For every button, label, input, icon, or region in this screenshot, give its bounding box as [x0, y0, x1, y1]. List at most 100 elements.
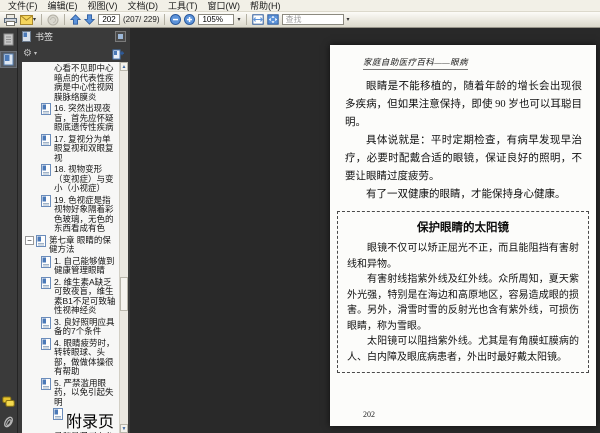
paragraph: 眼睛是不能移植的，随着年龄的增长会出现很多疾病，但如果注意保持，即使 90 岁也…: [345, 81, 582, 128]
pages-icon: [3, 33, 14, 46]
bookmark-item[interactable]: 1. 自己能够做到健康管理眼睛: [23, 255, 118, 276]
email-caret-icon: ▾: [33, 16, 37, 23]
toolbar-separator: [245, 14, 247, 25]
navigation-icon-strip: [0, 28, 18, 433]
next-page-button[interactable]: [84, 13, 96, 27]
page-number-input[interactable]: [98, 14, 121, 25]
pdf-reader-window: 文件(F)编辑(E)视图(V)文档(D)工具(T)窗口(W)帮助(H) ▾ (2…: [0, 0, 600, 433]
bookmark-page-icon: [41, 255, 51, 268]
menu-item[interactable]: 编辑(E): [43, 0, 83, 12]
bookmark-icon: [36, 234, 46, 247]
find-input[interactable]: [281, 14, 344, 25]
expand-current-bookmark-button[interactable]: [112, 48, 125, 60]
panel-menu-button[interactable]: [115, 31, 126, 42]
bookmark-page-icon: [36, 234, 46, 247]
pages-panel-button[interactable]: [1, 32, 16, 47]
bookmarks-panel: 书签 ⚙ ▾ 心看不见即中心暗点的代表性疾病是中心性视网膜脉络膜炎 16. 突然出…: [18, 28, 130, 433]
bookmark-page-icon: [41, 316, 51, 329]
fullscreen-icon: [266, 14, 279, 25]
bookmark-list: 心看不见即中心暗点的代表性疾病是中心性视网膜脉络膜炎 16. 突然出现夜盲，首先应…: [22, 62, 128, 433]
bookmark-item[interactable]: 3. 良好照明应具备的7个条件: [23, 316, 118, 337]
print-button[interactable]: [4, 13, 17, 27]
scroll-up-arrow[interactable]: ▲: [120, 62, 128, 71]
page-content: 家庭自助医疗百科——眼病 眼睛是不能移植的，随着年龄的增长会出现很多疾病，但如果…: [330, 45, 596, 373]
menu-item[interactable]: 文档(D): [123, 0, 164, 12]
bookmark-page-icon: [41, 194, 51, 207]
menu-item[interactable]: 帮助(H): [245, 0, 286, 12]
menu-item[interactable]: 视图(V): [83, 0, 123, 12]
bookmark-item[interactable]: 17. 复视分为单眼复视和双眼复视: [23, 133, 118, 164]
bookmark-tab-icon: [22, 31, 31, 42]
bookmark-item[interactable]: − 第七章 眼睛的保健方法: [23, 234, 118, 255]
bookmark-icon: [41, 276, 51, 289]
bookmark-item[interactable]: 5. 严禁滥用眼药，以免引起失明: [23, 377, 118, 408]
bookmark-icon: [41, 316, 51, 329]
fit-width-button[interactable]: [251, 13, 264, 27]
paragraph: 眼镜不仅可以矫正屈光不正，而且能阻挡有害射线和异物。: [347, 243, 579, 270]
zoom-out-icon: [170, 14, 182, 25]
menu-item[interactable]: 窗口(W): [203, 0, 246, 12]
toolbar-separator: [64, 14, 66, 25]
bookmark-item[interactable]: 18. 视物变形（变视症）与变小（小视症）: [23, 164, 118, 194]
bookmark-item[interactable]: 16. 突然出现夜盲，首先应怀疑眼底遗传性疾病: [23, 103, 118, 133]
bookmark-label: 3. 良好照明应具备的7个条件: [54, 316, 115, 336]
bookmark-item[interactable]: 附录页: [23, 408, 118, 432]
printer-icon: [4, 13, 17, 26]
bookmark-item[interactable]: 2. 维生素A缺乏可致夜盲，维生素B1不足可致轴性视神经炎: [23, 276, 118, 316]
bookmark-icon: [41, 103, 51, 115]
bookmark-icon: [53, 407, 63, 420]
options-gear-icon[interactable]: ⚙: [23, 48, 32, 59]
bookmarks-panel-title: 书签: [35, 32, 54, 42]
bookmark-label: 16. 突然出现夜盲，首先应怀疑眼底遗传性疾病: [54, 103, 114, 132]
zoom-in-button[interactable]: [184, 13, 196, 27]
bookmark-item[interactable]: 4. 眼睛疲劳时，转转眼球、头部，做做体操很有帮助: [23, 337, 118, 377]
email-button[interactable]: ▾: [20, 13, 36, 27]
previous-page-button[interactable]: [70, 13, 82, 27]
find-caret-icon: ▾: [346, 16, 350, 23]
email-icon: [20, 14, 33, 25]
bookmark-page-icon: [41, 164, 51, 176]
bookmark-label: 5. 严禁滥用眼药，以免引起失明: [54, 377, 114, 407]
bookmark-icon: [41, 337, 51, 350]
bookmark-page-icon: [41, 103, 51, 115]
fullscreen-button[interactable]: [266, 13, 279, 27]
scroll-down-arrow[interactable]: ▼: [120, 424, 128, 433]
previous-view-button-disabled: [47, 13, 59, 27]
toolbar-separator: [164, 14, 166, 25]
bookmark-item[interactable]: 19. 色视症是指视物好象隔着彩色玻璃，无色的东西看成有色: [23, 194, 118, 234]
menu-item[interactable]: 工具(T): [163, 0, 203, 12]
collapse-toggle-icon[interactable]: −: [25, 235, 34, 245]
bookmark-icon: [41, 133, 51, 146]
up-arrow-icon: [70, 14, 82, 25]
bookmark-label: 18. 视物变形（变视症）与变小（小视症）: [54, 164, 114, 193]
page-count-label: (207/ 229): [123, 15, 160, 24]
fit-width-icon: [251, 14, 264, 25]
attachments-panel-button[interactable]: [1, 414, 16, 429]
zoom-in-icon: [184, 14, 196, 25]
paragraph: 有了一双健康的眼睛，才能保持身心健康。: [366, 189, 566, 200]
bookmarks-icon: [3, 53, 14, 66]
scrollbar-thumb[interactable]: [120, 277, 128, 312]
paragraph: 太阳镜可以阻挡紫外线。尤其是有角膜虹膜病的人、白内障及眼底病患者，外出时最好戴太…: [347, 336, 579, 363]
body-paragraphs: 眼睛是不能移植的，随着年龄的增长会出现很多疾病，但如果注意保持，即使 90 岁也…: [345, 78, 582, 204]
comments-panel-button[interactable]: [1, 394, 16, 409]
bookmark-label: 心看不见即中心暗点的代表性疾病是中心性视网膜脉络膜炎: [54, 63, 114, 102]
menu-bar: 文件(F) 编辑(E) 视图(V) 文档(D) 工具(T) 窗口(W) 帮助(H): [0, 0, 600, 12]
bookmark-label: 2. 维生素A缺乏可致夜盲，维生素B1不足可致轴性视神经炎: [54, 276, 116, 315]
document-view-area[interactable]: 家庭自助医疗百科——眼病 眼睛是不能移植的，随着年龄的增长会出现很多疾病，但如果…: [130, 28, 600, 433]
tip-box-paragraphs: 眼镜不仅可以矫正屈光不正，而且能阻挡有害射线和异物。有害射线指紫外线及红外线。众…: [347, 241, 579, 365]
bookmark-label: 1. 自己能够做到健康管理眼睛: [54, 255, 115, 275]
bookmark-label: 附录页: [66, 414, 115, 431]
bookmark-label: 19. 色视症是指视物好象隔着彩色玻璃，无色的东西看成有色: [54, 194, 114, 233]
zoom-caret-icon: ▾: [237, 16, 241, 23]
bookmark-scrollbar[interactable]: ▲ ▼: [119, 62, 128, 433]
main-area: 书签 ⚙ ▾ 心看不见即中心暗点的代表性疾病是中心性视网膜脉络膜炎 16. 突然出…: [0, 28, 600, 433]
bookmarks-panel-button[interactable]: [0, 51, 17, 68]
bookmark-item[interactable]: 心看不见即中心暗点的代表性疾病是中心性视网膜脉络膜炎: [23, 63, 118, 102]
paragraph: 有害射线指紫外线及红外线。众所周知，夏天紫外光强，特别是在海边和高原地区，容易造…: [347, 274, 579, 332]
zoom-level-combobox[interactable]: 105%: [198, 14, 235, 25]
zoom-out-button[interactable]: [170, 13, 182, 27]
menu-item[interactable]: 文件(F): [3, 0, 43, 12]
bookmark-icon: [41, 194, 51, 207]
down-arrow-icon: [84, 14, 96, 25]
